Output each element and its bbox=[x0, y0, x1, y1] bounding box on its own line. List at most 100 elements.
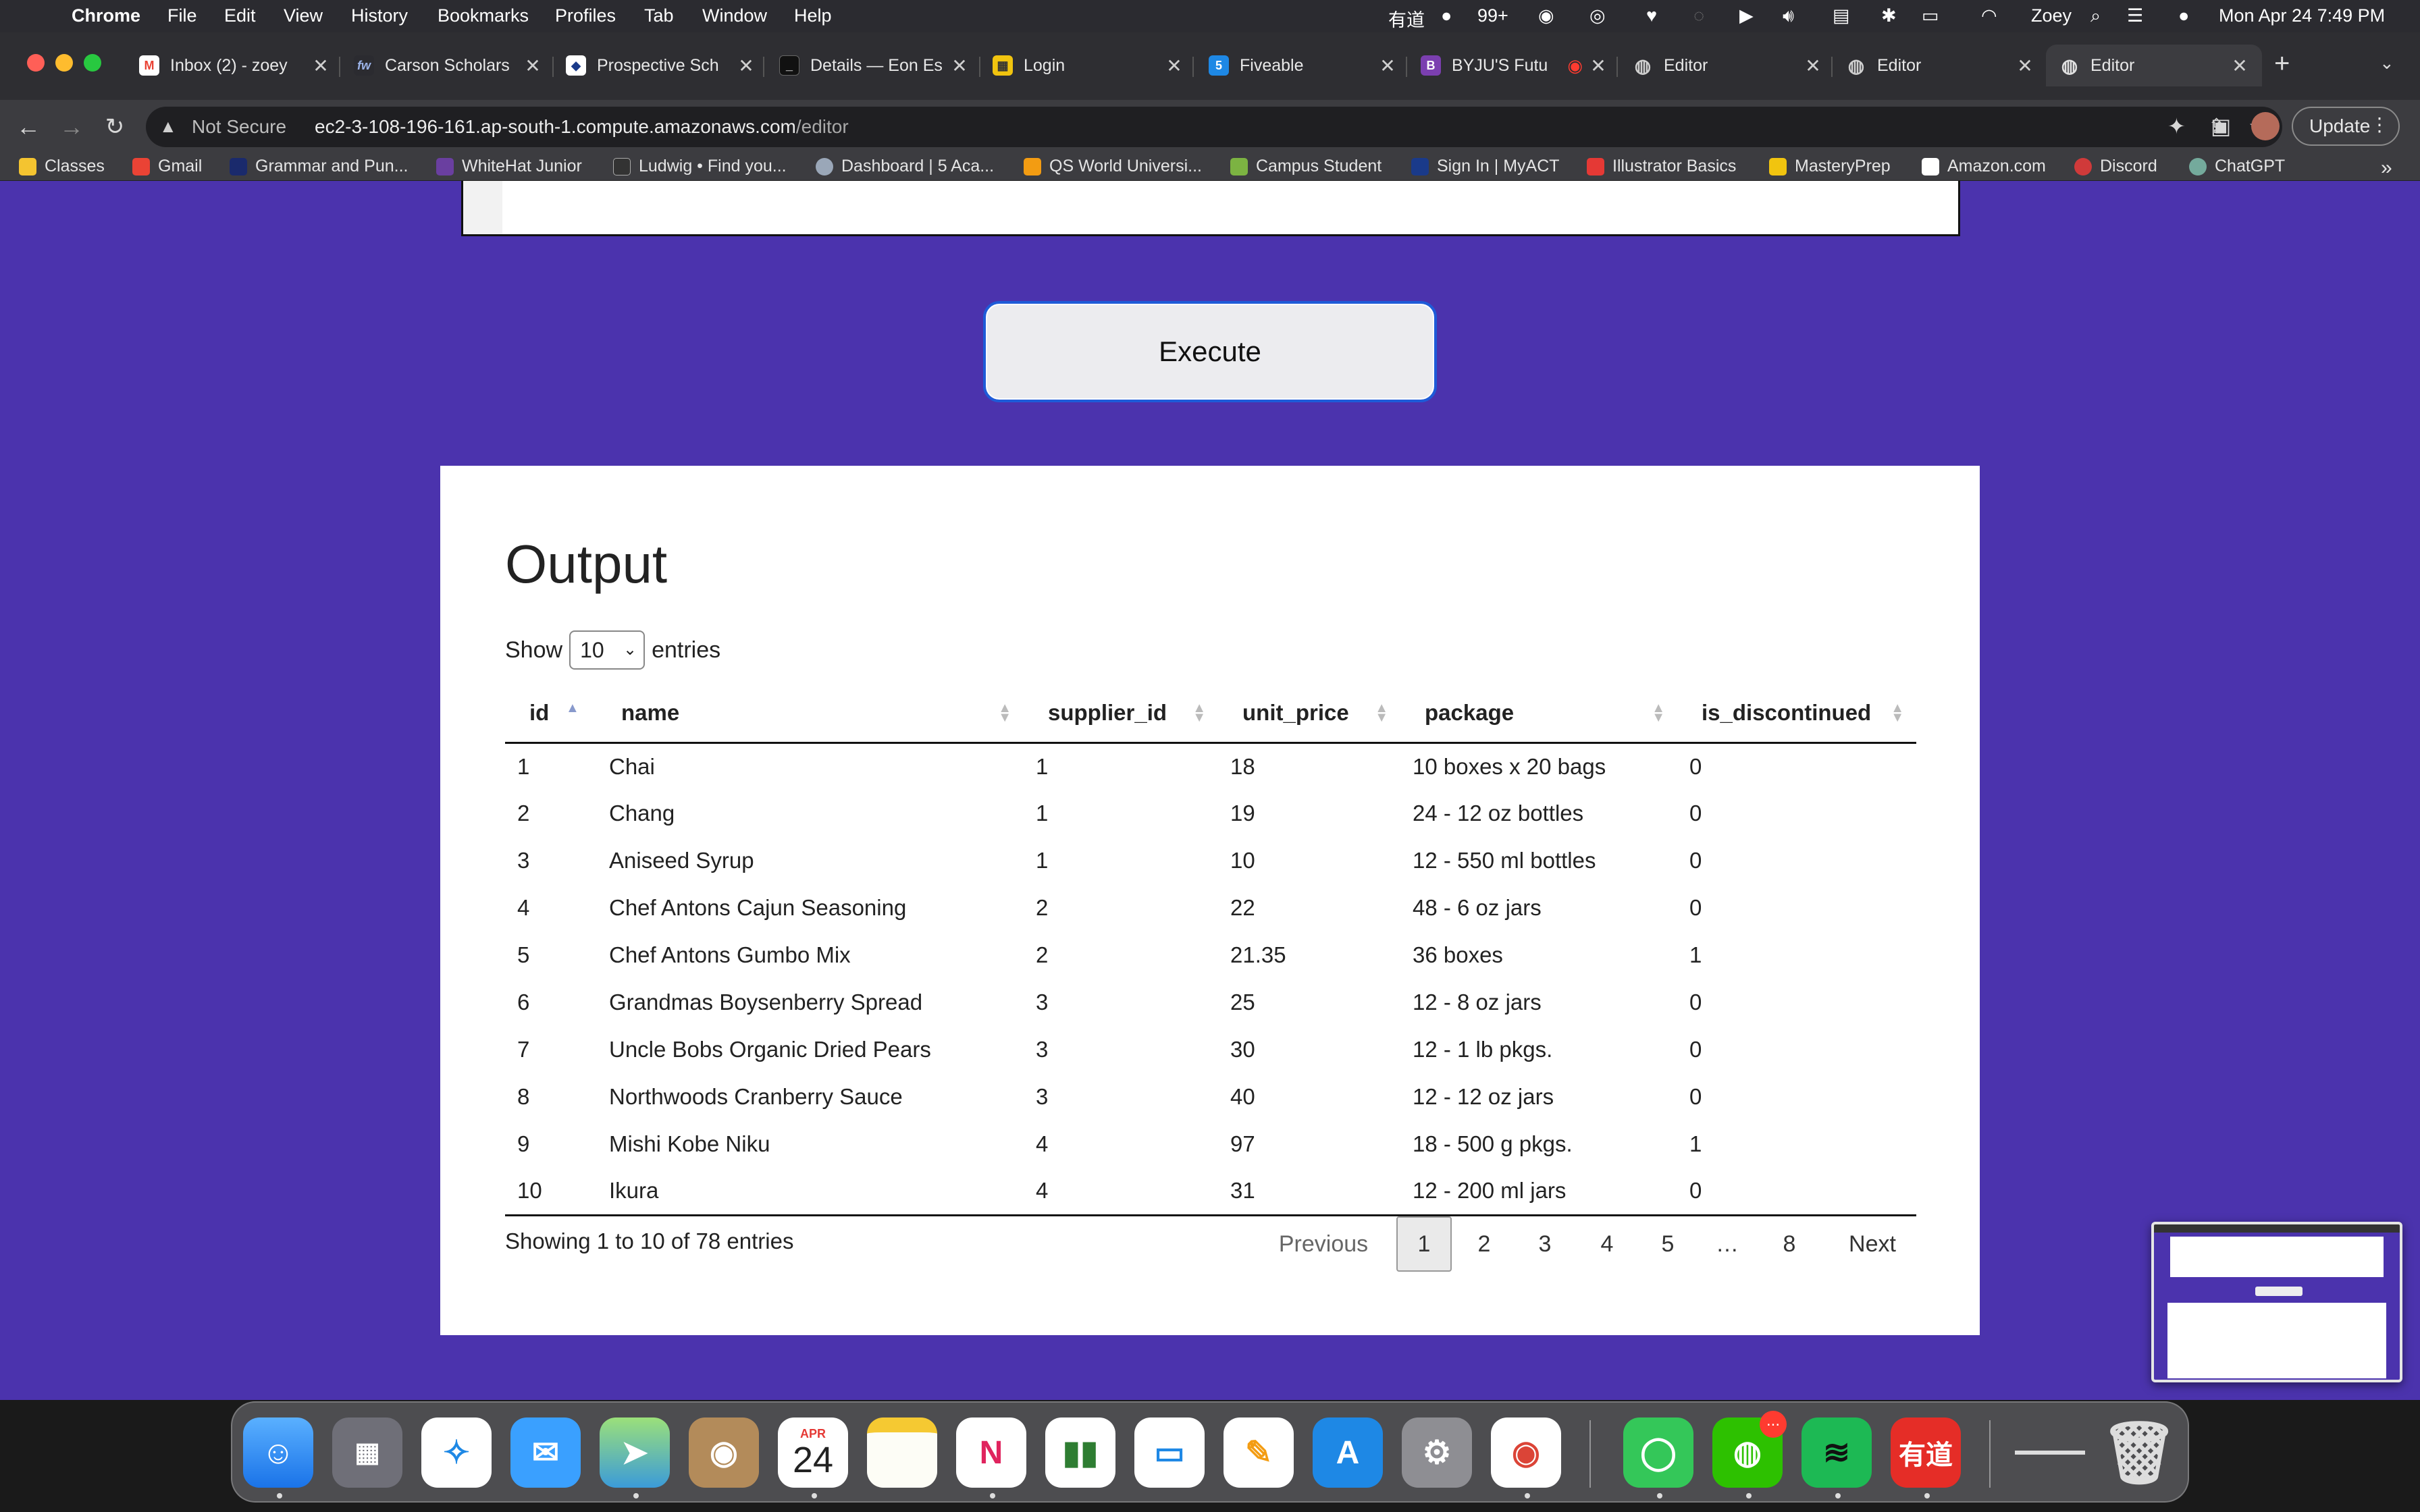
table-row[interactable]: 5 Chef Antons Gumbo Mix 2 21.35 36 boxes 1 bbox=[505, 932, 1916, 979]
siri-icon[interactable]: ● bbox=[2178, 5, 2189, 26]
tab-inbox[interactable]: M Inbox (2) - zoey ✕ bbox=[139, 45, 330, 86]
table-row[interactable]: 9 Mishi Kobe Niku 4 97 18 - 500 g pkgs. 1 bbox=[505, 1120, 1916, 1168]
bookmark-amazon[interactable]: Amazon.com bbox=[1922, 157, 2046, 176]
grammarly-icon[interactable]: ◉ bbox=[1538, 5, 1554, 26]
wifi-icon[interactable]: ◠ bbox=[1981, 5, 1997, 26]
tab-fiveable[interactable]: 5 Fiveable ✕ bbox=[1209, 45, 1396, 86]
bookmark-ludwig[interactable]: Ludwig • Find you... bbox=[613, 157, 787, 176]
bookmark-gmail[interactable]: Gmail bbox=[132, 157, 202, 176]
close-icon[interactable]: ✕ bbox=[1379, 55, 1396, 77]
menu-window[interactable]: Window bbox=[702, 5, 767, 26]
column-header-id[interactable]: id ▲ bbox=[505, 684, 597, 744]
chrome-icon[interactable]: ◉ bbox=[1491, 1418, 1561, 1488]
mail-icon[interactable]: ✉ bbox=[510, 1418, 581, 1488]
table-row[interactable]: 1 Chai 1 18 10 boxes x 20 bags 0 bbox=[505, 742, 1916, 790]
notes-icon[interactable] bbox=[867, 1418, 937, 1488]
trash-icon[interactable]: 🗑︎ bbox=[2101, 1418, 2178, 1488]
contacts-icon[interactable]: ◉ bbox=[689, 1418, 759, 1488]
reload-icon[interactable]: ↻ bbox=[99, 111, 131, 143]
pagination-page-5[interactable]: 5 bbox=[1641, 1216, 1695, 1272]
execute-button[interactable]: Execute bbox=[983, 301, 1437, 402]
close-icon[interactable]: ✕ bbox=[951, 55, 968, 77]
app-store-icon[interactable]: A bbox=[1313, 1418, 1383, 1488]
system-settings-icon[interactable]: ⚙ bbox=[1402, 1418, 1472, 1488]
bookmark-grammar[interactable]: Grammar and Pun... bbox=[230, 157, 408, 176]
entries-select[interactable]: 10 ⌄ bbox=[569, 630, 646, 670]
forward-icon[interactable]: → bbox=[55, 111, 88, 143]
calendar-icon[interactable]: APR 24 bbox=[778, 1418, 848, 1488]
avatar[interactable] bbox=[2251, 112, 2280, 140]
pagination-previous[interactable]: Previous bbox=[1273, 1216, 1373, 1272]
tab-carson-scholars[interactable]: fw Carson Scholars ✕ bbox=[354, 45, 542, 86]
pagination-page-2[interactable]: 2 bbox=[1457, 1216, 1511, 1272]
menu-bookmarks[interactable]: Bookmarks bbox=[438, 5, 529, 26]
bookmark-illustrator[interactable]: Illustrator Basics bbox=[1587, 157, 1736, 176]
bookmark-whitehat[interactable]: WhiteHat Junior bbox=[436, 157, 582, 176]
tab-prospective[interactable]: ◆ Prospective Sch ✕ bbox=[566, 45, 755, 86]
bookmark-classes[interactable]: Classes bbox=[19, 157, 105, 176]
column-header-is-discontinued[interactable]: is_discontinued ▲ ▼ bbox=[1677, 684, 1916, 744]
address-bar[interactable]: ▲ Not Secure ec2-3-108-196-161.ap-south-… bbox=[146, 107, 2282, 147]
pages-icon[interactable]: ✎ bbox=[1224, 1418, 1294, 1488]
menu-help[interactable]: Help bbox=[794, 5, 832, 26]
new-tab-icon[interactable]: + bbox=[2274, 49, 2290, 79]
side-panel-icon[interactable]: ▣ bbox=[2211, 113, 2231, 139]
keynote-icon[interactable]: ▭ bbox=[1134, 1418, 1205, 1488]
bookmarks-overflow[interactable]: » bbox=[2381, 157, 2392, 180]
code-editor[interactable] bbox=[461, 181, 1960, 236]
kebab-menu-icon[interactable]: ⋮ bbox=[2370, 113, 2389, 136]
pagination-page-8[interactable]: 8 bbox=[1762, 1216, 1816, 1272]
bookmark-dashboard[interactable]: Dashboard | 5 Aca... bbox=[816, 157, 994, 176]
heart-icon[interactable]: ♥ bbox=[1646, 5, 1657, 26]
close-window-button[interactable] bbox=[27, 54, 45, 72]
cloud-icon[interactable]: ◎ bbox=[1589, 5, 1606, 26]
close-icon[interactable]: ✕ bbox=[1165, 55, 1183, 77]
close-icon[interactable]: ✕ bbox=[524, 55, 542, 77]
extensions-icon[interactable]: ✦ bbox=[2167, 113, 2186, 139]
column-header-unit-price[interactable]: unit_price ▲ ▼ bbox=[1218, 684, 1400, 744]
minimized-window-icon[interactable] bbox=[2015, 1418, 2085, 1488]
menu-tab[interactable]: Tab bbox=[644, 5, 674, 26]
tab-search-chevron-icon[interactable]: ⌄ bbox=[2379, 53, 2394, 74]
bookmark-discord[interactable]: Discord bbox=[2074, 157, 2157, 176]
bookmark-masteryprep[interactable]: MasteryPrep bbox=[1769, 157, 1891, 176]
close-icon[interactable]: ✕ bbox=[1804, 55, 1822, 77]
update-button[interactable]: Update ⋮ bbox=[2292, 107, 2400, 146]
screenshot-thumbnail[interactable] bbox=[2151, 1222, 2402, 1382]
clock[interactable]: Mon Apr 24 7:49 PM bbox=[2219, 5, 2385, 26]
safari-icon[interactable]: ✧ bbox=[421, 1418, 492, 1488]
close-icon[interactable]: ✕ bbox=[2231, 55, 2248, 77]
bookmark-qs[interactable]: QS World Universi... bbox=[1024, 157, 1202, 176]
tab-byjus[interactable]: B BYJU'S Futu ◉ ✕ bbox=[1421, 45, 1607, 86]
table-row[interactable]: 6 Grandmas Boysenberry Spread 3 25 12 - 8 oz… bbox=[505, 979, 1916, 1026]
menu-view[interactable]: View bbox=[284, 5, 323, 26]
user-name[interactable]: Zoey bbox=[2031, 5, 2072, 26]
finder-icon[interactable]: ☺ bbox=[243, 1418, 313, 1488]
launchpad-icon[interactable]: ▦ bbox=[332, 1418, 402, 1488]
volume-icon[interactable]: 🔊︎ bbox=[1783, 5, 1794, 27]
tab-editor-1[interactable]: ◍ Editor ✕ bbox=[1633, 45, 1822, 86]
menu-history[interactable]: History bbox=[351, 5, 408, 26]
menu-app-name[interactable]: Chrome bbox=[72, 5, 140, 26]
menu-file[interactable]: File bbox=[167, 5, 197, 26]
warning-icon[interactable]: ▲ bbox=[159, 116, 177, 137]
table-row[interactable]: 8 Northwoods Cranberry Sauce 3 40 12 - 12 oz… bbox=[505, 1073, 1916, 1120]
maps-icon[interactable]: ➤ bbox=[600, 1418, 670, 1488]
tab-editor-2[interactable]: ◍ Editor ✕ bbox=[1846, 45, 2034, 86]
messages-icon[interactable]: ◯ bbox=[1623, 1418, 1693, 1488]
airdrop-icon[interactable]: ◌ bbox=[1693, 5, 1704, 26]
zoom-window-button[interactable] bbox=[84, 54, 101, 72]
youdao-icon[interactable]: 有道 bbox=[1891, 1418, 1961, 1488]
news-icon[interactable]: N bbox=[956, 1418, 1026, 1488]
pagination-page-4[interactable]: 4 bbox=[1580, 1216, 1634, 1272]
table-row[interactable]: 7 Uncle Bobs Organic Dried Pears 3 30 12 - 1… bbox=[505, 1026, 1916, 1073]
menu-edit[interactable]: Edit bbox=[224, 5, 256, 26]
close-icon[interactable]: ✕ bbox=[1589, 55, 1607, 77]
wechat-status-icon[interactable]: ● bbox=[1441, 5, 1452, 26]
security-label[interactable]: Not Secure bbox=[192, 116, 286, 138]
spotlight-search-icon[interactable]: ⌕ bbox=[2090, 5, 2101, 27]
numbers-icon[interactable]: ▮▮ bbox=[1045, 1418, 1115, 1488]
close-icon[interactable]: ✕ bbox=[312, 55, 330, 77]
column-header-supplier-id[interactable]: supplier_id ▲ ▼ bbox=[1024, 684, 1218, 744]
tab-details-eon[interactable]: _ Details — Eon Es ✕ bbox=[779, 45, 968, 86]
